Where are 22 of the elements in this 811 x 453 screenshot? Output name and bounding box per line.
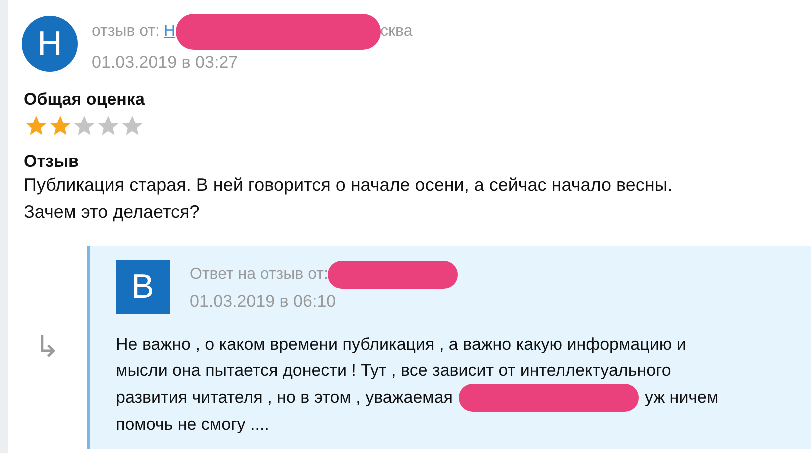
star-icon — [120, 114, 145, 138]
comment-text: Публикация старая. В ней говорится о начале осени, а сейчас начало весны. Зачем это делается? — [24, 174, 674, 224]
reply-text: помочь не смогу .... — [116, 414, 270, 436]
reply-avatar: В — [116, 260, 170, 314]
rating-heading: Общая оценка — [24, 90, 146, 110]
reply-text: уж ничем — [645, 387, 719, 409]
author-city: сква — [380, 22, 413, 42]
reply-text: развития читателя , но в этом , уважаемая — [116, 387, 454, 409]
reply-label: Ответ на отзыв от: — [190, 265, 328, 285]
reply-arrow: ↳ — [34, 330, 60, 365]
review-label: отзыв от: — [92, 22, 160, 42]
reply-text: мысли она пытается донести ! Тут , все зависит от интеллектуального — [116, 360, 672, 382]
star-icon — [48, 114, 73, 138]
star-icon — [72, 114, 97, 138]
comment-heading: Отзыв — [24, 152, 80, 172]
star-icon — [96, 114, 121, 138]
avatar: Н — [22, 16, 78, 72]
reply-date: 01.03.2019 в 06:10 — [190, 291, 338, 313]
star-icon — [24, 114, 49, 138]
reply-text: Не важно , о каком времени публикация , а важно какую информацию и — [116, 334, 686, 356]
author-link[interactable]: Н — [164, 21, 176, 43]
review-date: 01.03.2019 в 03:27 — [92, 52, 240, 74]
